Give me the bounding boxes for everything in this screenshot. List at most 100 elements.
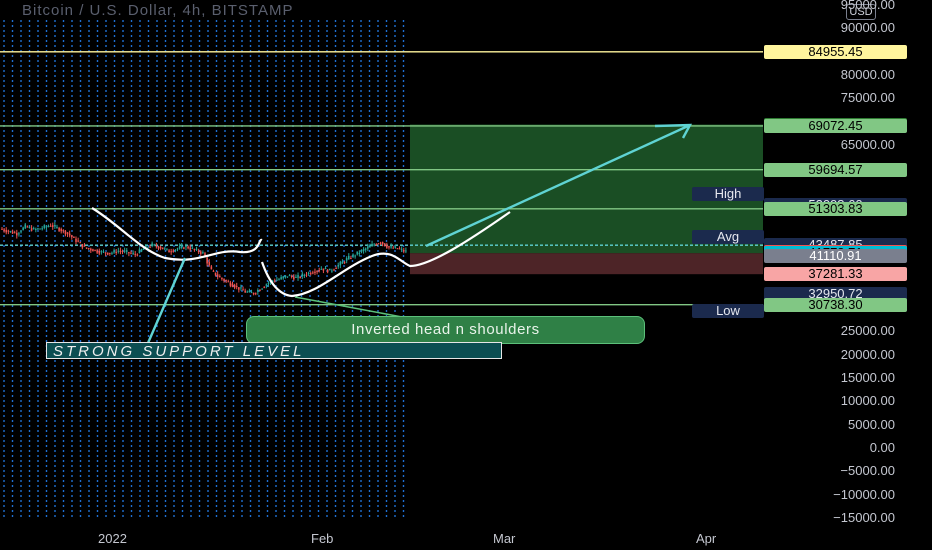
candle-body [45, 226, 48, 228]
candle-body [295, 276, 297, 278]
candle-body [79, 242, 82, 244]
candle-body [35, 228, 37, 230]
candle-body [26, 226, 29, 228]
candle-body [235, 285, 238, 287]
candle-body [273, 280, 276, 282]
candle-body [316, 270, 318, 272]
candle-body [221, 277, 223, 280]
candle-body [333, 269, 335, 271]
candle-body [335, 268, 337, 270]
candle-body [172, 250, 175, 252]
candle-body [231, 283, 234, 287]
candle-body [111, 252, 113, 254]
candle-body [250, 292, 253, 294]
dotted-vertical-grid [3, 20, 405, 520]
candle-body [263, 287, 266, 289]
candle-body [56, 226, 58, 228]
candle-body [22, 227, 24, 231]
pattern-annotation[interactable]: Inverted head n shoulders [246, 316, 645, 344]
candle-body [157, 246, 160, 249]
candle-body [301, 273, 304, 277]
candle-body [102, 251, 105, 253]
x-tick-label: Feb [311, 531, 334, 546]
candle-body [394, 246, 397, 248]
candle-body [219, 276, 221, 278]
candlestick-series [1, 221, 407, 296]
candle-body [367, 246, 369, 249]
candle-body [183, 247, 185, 249]
candle-body [9, 231, 12, 233]
candle-body [193, 249, 196, 251]
candle-body [331, 270, 333, 272]
candle-body [151, 243, 153, 246]
candle-body [242, 289, 244, 291]
stop-zone [410, 253, 763, 275]
candle-body [87, 248, 90, 250]
x-tick-label: 2022 [98, 531, 127, 546]
candle-body [30, 228, 33, 231]
candle-body [187, 246, 189, 249]
candle-body [164, 248, 166, 250]
candle-body [212, 270, 215, 272]
candle-body [161, 247, 164, 250]
candle-body [100, 251, 103, 253]
candle-body [337, 264, 340, 267]
candle-body [364, 248, 367, 250]
candle-body [49, 225, 52, 227]
candle-body [284, 275, 287, 278]
candle-body [254, 293, 257, 295]
candle-body [20, 231, 22, 233]
price-tag: 59694.57 [764, 162, 907, 177]
candle-body [5, 230, 8, 233]
y-tick-label: 10000.00 [840, 393, 895, 409]
candle-body [358, 252, 361, 254]
candle-body [278, 279, 280, 281]
candle-body [39, 228, 41, 230]
y-tick-label: 25000.00 [840, 323, 895, 339]
candle-body [16, 232, 18, 236]
candle-body [149, 246, 151, 248]
y-tick-label: −5000.00 [840, 463, 895, 479]
candle-body [58, 227, 60, 231]
candle-body [375, 244, 378, 246]
candle-body [119, 250, 122, 252]
candle-body [11, 231, 14, 234]
candle-body [312, 272, 314, 274]
candle-body [299, 277, 301, 279]
high-label: High [692, 187, 764, 201]
candle-body [195, 248, 198, 250]
candle-body [176, 248, 179, 250]
candle-body [373, 244, 375, 246]
candle-body [386, 244, 388, 248]
candle-body [185, 245, 187, 248]
candle-body [345, 258, 348, 261]
candle-body [136, 254, 139, 256]
candle-body [104, 252, 107, 254]
candle-body [13, 232, 16, 234]
support-annotation[interactable]: STRONG SUPPORT LEVEL [46, 342, 502, 360]
candle-body [307, 272, 310, 274]
candle-body [54, 225, 56, 227]
candle-body [153, 244, 156, 246]
y-tick-label: 0.00 [869, 440, 895, 456]
candle-body [199, 251, 202, 254]
candle-body [229, 282, 232, 286]
candle-body [134, 253, 137, 255]
candle-body [257, 290, 259, 292]
candle-body [51, 225, 54, 228]
candle-body [178, 246, 181, 249]
candle-body [90, 248, 92, 251]
low-label: Low [692, 304, 764, 318]
candle-body [259, 290, 261, 292]
y-tick-label: 5000.00 [848, 416, 895, 432]
candle-body [305, 274, 308, 276]
candle-body [303, 274, 306, 276]
candle-body [214, 272, 217, 276]
candle-body [267, 282, 270, 285]
candle-body [191, 247, 194, 249]
candle-body [276, 279, 278, 281]
candle-body [123, 250, 126, 252]
candle-body [75, 238, 77, 242]
candle-body [309, 273, 312, 275]
candle-body [282, 276, 285, 279]
